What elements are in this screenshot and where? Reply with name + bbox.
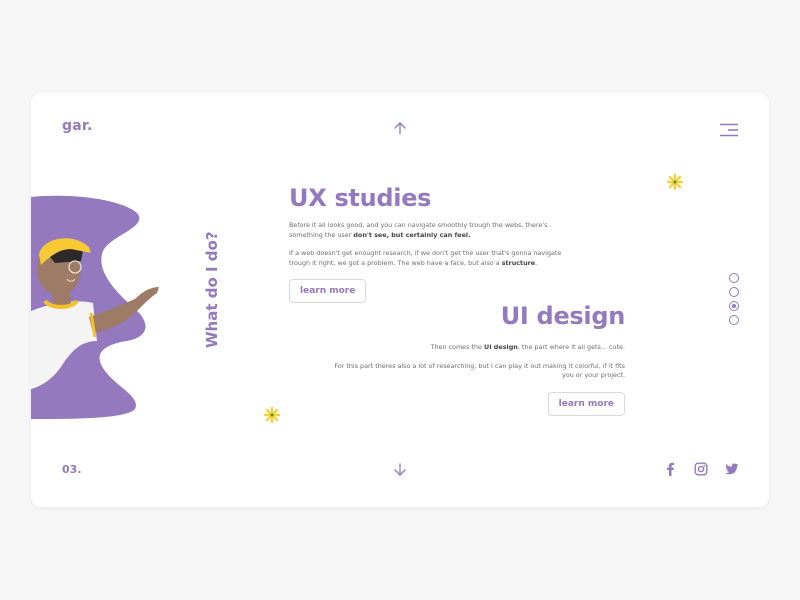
ux-title: UX studies [289, 184, 432, 212]
hero-illustration [31, 195, 159, 419]
ui-paragraph-1: Then comes the UI design, the part where… [430, 343, 625, 351]
main-card: gar. What do I do? UX studies Before it … [31, 93, 769, 507]
flower-icon [666, 173, 684, 191]
pager-dot[interactable] [729, 315, 739, 325]
pager-dot[interactable] [729, 287, 739, 297]
arrow-up-icon[interactable] [393, 121, 407, 135]
ui-title: UI design [500, 302, 626, 330]
section-ui-design: UI design Then comes the UI design, the … [331, 301, 625, 416]
logo[interactable]: gar. [62, 118, 93, 134]
section-pager [729, 273, 741, 329]
flower-icon [263, 406, 281, 424]
hamburger-menu-icon[interactable] [719, 123, 739, 137]
section-ux-studies: UX studies Before it all looks good, and… [289, 183, 579, 303]
ui-paragraph-2: For this part theres also a lot of resea… [334, 361, 625, 380]
instagram-icon[interactable] [694, 462, 708, 476]
arrow-down-icon[interactable] [393, 463, 407, 477]
pager-dot-active[interactable] [729, 301, 739, 311]
ui-learn-more-button[interactable]: learn more [547, 391, 625, 416]
ux-paragraph-2: If a web doesn't get enought research, i… [289, 249, 562, 267]
facebook-icon[interactable] [663, 462, 677, 476]
ux-learn-more-button[interactable]: learn more [289, 279, 367, 303]
ux-paragraph-1: Before it all looks good, and you can na… [289, 221, 548, 239]
pager-dot[interactable] [729, 273, 739, 283]
page-number: 03. [62, 463, 82, 476]
twitter-icon[interactable] [725, 462, 739, 476]
section-vertical-title: What do I do? [203, 231, 221, 348]
